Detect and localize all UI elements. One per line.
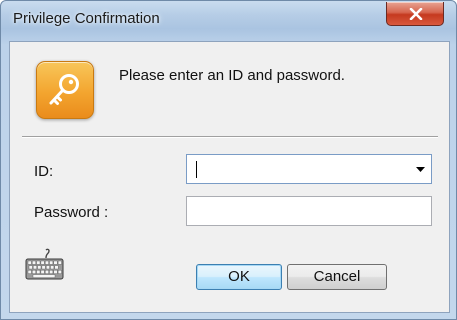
password-label: Password : — [34, 204, 109, 221]
id-label: ID: — [34, 163, 54, 180]
divider — [22, 136, 438, 138]
password-field[interactable] — [186, 196, 432, 226]
text-caret — [196, 161, 197, 178]
id-combobox[interactable] — [186, 154, 432, 184]
cancel-button[interactable]: Cancel — [287, 264, 387, 290]
dialog-body: Please enter an ID and password. ID: Pas… — [9, 41, 450, 313]
prompt-text: Please enter an ID and password. — [119, 67, 345, 84]
key-icon — [36, 61, 94, 119]
close-button[interactable] — [386, 2, 444, 26]
window-title: Privilege Confirmation — [13, 10, 160, 27]
title-bar[interactable]: Privilege Confirmation — [1, 1, 456, 41]
privilege-confirmation-window: Privilege Confirmation Please enter an I… — [0, 0, 457, 320]
close-icon — [409, 8, 423, 20]
keyboard-icon[interactable] — [25, 248, 65, 282]
chevron-down-icon[interactable] — [416, 167, 425, 172]
ok-button[interactable]: OK — [196, 264, 282, 290]
